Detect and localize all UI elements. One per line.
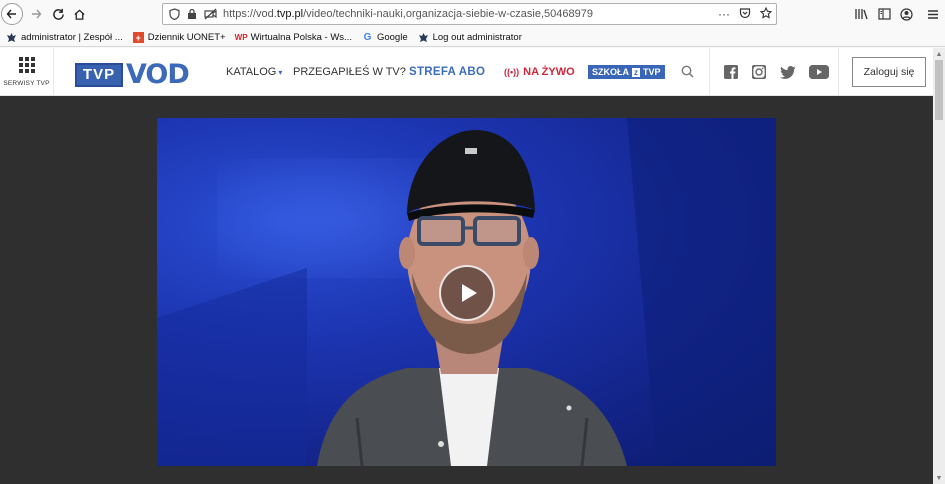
szkola-tvp-logo: SZKOŁA z TVP [588, 65, 665, 79]
live-broadcast-icon: ((•)) [504, 67, 520, 77]
url-text: https://vod.tvp.pl/video/techniki-nauki,… [223, 8, 593, 20]
wp-icon: WP [234, 33, 248, 42]
bookmark-item[interactable]: Log out administrator [418, 32, 522, 43]
account-icon[interactable] [897, 5, 915, 23]
bookmark-star-icon[interactable] [759, 6, 773, 22]
header-divider [709, 48, 710, 96]
facebook-icon[interactable] [724, 65, 738, 79]
reload-button[interactable] [47, 3, 69, 25]
chevron-down-icon: ▾ [278, 67, 283, 77]
arrow-right-icon [32, 9, 42, 19]
search-icon[interactable] [681, 65, 694, 78]
bookmark-item[interactable]: WP Wirtualna Polska - Ws... [234, 32, 352, 43]
scroll-thumb[interactable] [935, 60, 943, 120]
hamburger-menu-icon[interactable] [924, 5, 942, 23]
bookmark-item[interactable]: + Dziennik UONET+ [132, 32, 226, 43]
tvp-vod-logo[interactable]: TVP VOD [75, 59, 190, 90]
bookmark-label: administrator | Zespół ... [21, 32, 123, 43]
library-icon[interactable] [853, 5, 871, 23]
forward-button[interactable] [25, 3, 47, 25]
pocket-icon[interactable] [739, 7, 751, 22]
home-button[interactable] [68, 3, 90, 25]
url-bar[interactable]: https://vod.tvp.pl/video/techniki-nauki,… [162, 3, 777, 25]
bookmarks-bar: administrator | Zespół ... + Dziennik UO… [0, 29, 945, 47]
header-divider-2 [838, 48, 839, 96]
lock-icon[interactable] [185, 7, 199, 21]
bookmark-item[interactable]: administrator | Zespół ... [6, 32, 123, 43]
reload-icon [52, 8, 64, 20]
google-icon: G [363, 32, 372, 43]
browser-toolbar: https://vod.tvp.pl/video/techniki-nauki,… [0, 0, 945, 29]
play-icon [461, 284, 477, 302]
shield-icon[interactable] [167, 7, 181, 21]
menu-przegapiles-label: PRZEGAPIŁEŚ W TV? [293, 66, 406, 78]
eagle-icon [418, 32, 429, 43]
menu-przegapiles[interactable]: PRZEGAPIŁEŚ W TV? [293, 48, 406, 96]
bookmark-label: Wirtualna Polska - Ws... [250, 32, 352, 43]
instagram-icon[interactable] [752, 65, 766, 79]
bookmark-label: Log out administrator [432, 32, 522, 43]
tvp-logo-box: TVP [75, 62, 123, 87]
grid-icon [18, 57, 35, 73]
play-button[interactable] [439, 265, 495, 321]
sidebar-icon[interactable] [875, 5, 893, 23]
home-icon [73, 8, 85, 20]
vod-logo-text: VOD [126, 59, 190, 90]
scroll-down-icon[interactable]: ▼ [933, 472, 945, 484]
video-player[interactable] [157, 118, 776, 466]
back-button[interactable] [1, 3, 23, 25]
menu-katalog[interactable]: KATALOG ▾ [226, 48, 282, 96]
youtube-icon[interactable] [809, 65, 829, 79]
login-button[interactable]: Zaloguj się [852, 57, 926, 87]
menu-strefa-label: STREFA ABO [409, 66, 486, 78]
url-host: tvp.pl [276, 8, 304, 20]
page-scrollbar[interactable]: ▲ ▼ [933, 48, 945, 484]
menu-zywo-label: NA ŻYWO [523, 66, 575, 78]
bookmark-label: Dziennik UONET+ [147, 32, 226, 43]
eagle-icon [6, 32, 17, 43]
menu-katalog-label: KATALOG [226, 66, 277, 78]
menu-szkola-tvp[interactable]: SZKOŁA z TVP [588, 48, 665, 96]
bookmark-label: Google [376, 32, 408, 43]
serwisy-tvp-button[interactable]: SERWISY TVP [0, 48, 54, 96]
arrow-left-icon [6, 9, 16, 19]
url-prefix: https://vod. [223, 8, 277, 20]
more-actions-icon[interactable]: ··· [718, 7, 730, 22]
site-header: SERWISY TVP TVP VOD KATALOG ▾ PRZEGAPIŁE… [0, 48, 933, 96]
serwisy-label: SERWISY TVP [3, 80, 50, 87]
menu-na-zywo[interactable]: ((•)) NA ŻYWO [504, 48, 575, 96]
twitter-icon[interactable] [780, 65, 796, 79]
url-actions: ··· [718, 6, 773, 22]
cross-icon: + [132, 32, 144, 43]
szkola-label: SZKOŁA [592, 67, 629, 77]
szkola-tvp-label: TVP [643, 67, 661, 77]
camera-blocked-icon[interactable] [203, 7, 217, 21]
scroll-up-icon[interactable]: ▲ [933, 48, 945, 60]
szkola-z: z [632, 67, 640, 77]
url-path: /video/techniki-nauki,organizacja-siebie… [303, 8, 593, 20]
menu-strefa-abo[interactable]: STREFA ABO [409, 48, 485, 96]
bookmark-item[interactable]: G Google [362, 32, 408, 43]
